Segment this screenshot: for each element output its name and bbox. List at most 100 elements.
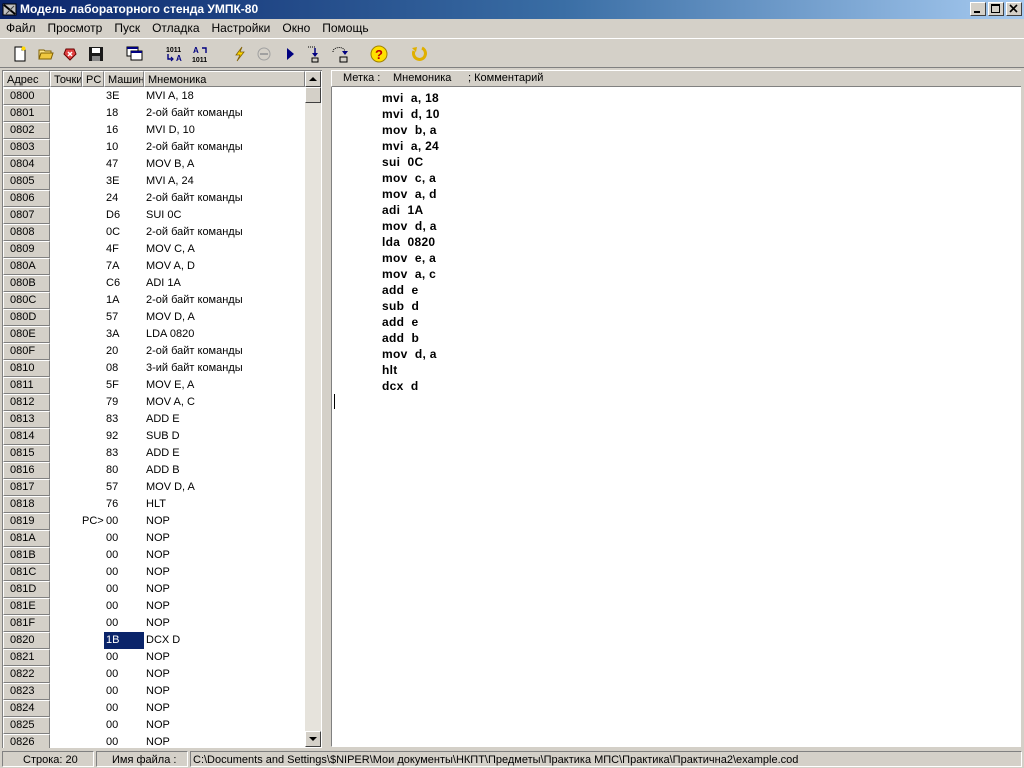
cell-pc[interactable] [82, 377, 104, 394]
cell-mnemonic[interactable]: 2-ой байт команды [144, 190, 305, 207]
cell-breakpoint[interactable] [50, 173, 82, 190]
cell-breakpoint[interactable] [50, 190, 82, 207]
cell-pc[interactable] [82, 411, 104, 428]
cell-mnemonic[interactable]: 2-ой байт команды [144, 343, 305, 360]
code-editor[interactable]: mvi a, 18 mvi d, 10 mov b, a mvi a, 24 sui 0… [331, 87, 1021, 747]
cell-breakpoint[interactable] [50, 479, 82, 496]
cell-machine-code[interactable]: C6 [104, 275, 144, 292]
table-row[interactable]: 0811 5F MOV E, A [3, 377, 305, 394]
cell-machine-code[interactable]: 24 [104, 190, 144, 207]
cell-pc[interactable] [82, 581, 104, 598]
cell-pc[interactable] [82, 734, 104, 748]
cell-breakpoint[interactable] [50, 445, 82, 462]
cell-mnemonic[interactable]: NOP [144, 734, 305, 748]
cell-address[interactable]: 0804 [3, 156, 50, 173]
cell-pc[interactable] [82, 360, 104, 377]
cell-address[interactable]: 080F [3, 343, 50, 360]
cell-mnemonic[interactable]: ADD E [144, 445, 305, 462]
table-row[interactable]: 0804 47 MOV B, A [3, 156, 305, 173]
cell-breakpoint[interactable] [50, 496, 82, 513]
menu-settings[interactable]: Настройки [206, 19, 277, 38]
table-row[interactable]: 0800 3E MVI A, 18 [3, 88, 305, 105]
table-row[interactable]: 081D 00 NOP [3, 581, 305, 598]
cell-machine-code[interactable]: 57 [104, 309, 144, 326]
cell-machine-code[interactable]: 00 [104, 615, 144, 632]
cell-machine-code[interactable]: D6 [104, 207, 144, 224]
cell-address[interactable]: 0817 [3, 479, 50, 496]
cell-mnemonic[interactable]: ADI 1A [144, 275, 305, 292]
cell-mnemonic[interactable]: NOP [144, 683, 305, 700]
menu-help[interactable]: Помощь [316, 19, 374, 38]
cell-breakpoint[interactable] [50, 598, 82, 615]
code-line[interactable]: mov d, a [332, 346, 440, 362]
cell-machine-code[interactable]: 00 [104, 717, 144, 734]
cell-breakpoint[interactable] [50, 411, 82, 428]
cell-address[interactable]: 0818 [3, 496, 50, 513]
cell-address[interactable]: 0820 [3, 632, 50, 649]
cell-pc[interactable] [82, 105, 104, 122]
cell-machine-code[interactable]: 0C [104, 224, 144, 241]
cell-machine-code[interactable]: 00 [104, 649, 144, 666]
cell-pc[interactable] [82, 666, 104, 683]
cell-pc[interactable] [82, 139, 104, 156]
cell-mnemonic[interactable]: NOP [144, 564, 305, 581]
cell-address[interactable]: 0806 [3, 190, 50, 207]
cell-machine-code[interactable]: 47 [104, 156, 144, 173]
cell-mnemonic[interactable]: NOP [144, 649, 305, 666]
table-row[interactable]: 0806 24 2-ой байт команды [3, 190, 305, 207]
erase-icon[interactable] [59, 43, 81, 65]
cell-machine-code[interactable]: 79 [104, 394, 144, 411]
cell-mnemonic[interactable]: NOP [144, 581, 305, 598]
cell-breakpoint[interactable] [50, 581, 82, 598]
cell-breakpoint[interactable] [50, 666, 82, 683]
cell-breakpoint[interactable] [50, 462, 82, 479]
cell-pc[interactable] [82, 496, 104, 513]
cell-breakpoint[interactable] [50, 224, 82, 241]
cell-breakpoint[interactable] [50, 632, 82, 649]
table-row[interactable]: 0801 18 2-ой байт команды [3, 105, 305, 122]
restart-icon[interactable] [408, 43, 430, 65]
cell-breakpoint[interactable] [50, 139, 82, 156]
cell-breakpoint[interactable] [50, 258, 82, 275]
cell-machine-code[interactable]: 20 [104, 343, 144, 360]
cell-pc[interactable] [82, 292, 104, 309]
cell-mnemonic[interactable]: SUI 0C [144, 207, 305, 224]
cell-pc[interactable] [82, 258, 104, 275]
code-line[interactable]: mov e, a [332, 250, 440, 266]
cell-breakpoint[interactable] [50, 649, 82, 666]
cell-pc[interactable] [82, 683, 104, 700]
cell-address[interactable]: 0811 [3, 377, 50, 394]
cell-machine-code[interactable]: 3E [104, 88, 144, 105]
menu-file[interactable]: Файл [0, 19, 42, 38]
cell-pc[interactable] [82, 649, 104, 666]
cell-breakpoint[interactable] [50, 377, 82, 394]
cell-address[interactable]: 0808 [3, 224, 50, 241]
table-row[interactable]: 081B 00 NOP [3, 547, 305, 564]
table-row[interactable]: 0819 PC> 00 NOP [3, 513, 305, 530]
cell-pc[interactable] [82, 598, 104, 615]
cell-breakpoint[interactable] [50, 394, 82, 411]
cell-pc[interactable] [82, 190, 104, 207]
code-line[interactable]: add e [332, 314, 440, 330]
cell-breakpoint[interactable] [50, 156, 82, 173]
code-line[interactable]: add b [332, 330, 440, 346]
table-row[interactable]: 0818 76 HLT [3, 496, 305, 513]
cell-pc[interactable] [82, 326, 104, 343]
cell-address[interactable]: 0814 [3, 428, 50, 445]
cell-breakpoint[interactable] [50, 343, 82, 360]
cell-machine-code[interactable]: 00 [104, 530, 144, 547]
cell-mnemonic[interactable]: NOP [144, 547, 305, 564]
cell-breakpoint[interactable] [50, 683, 82, 700]
cell-breakpoint[interactable] [50, 122, 82, 139]
code-line[interactable]: mov d, a [332, 218, 440, 234]
cell-address[interactable]: 0824 [3, 700, 50, 717]
cell-machine-code[interactable]: 16 [104, 122, 144, 139]
cell-pc[interactable] [82, 207, 104, 224]
cell-machine-code[interactable]: 00 [104, 547, 144, 564]
cell-breakpoint[interactable] [50, 292, 82, 309]
asm-to-binary-icon[interactable]: A 1011 [190, 43, 212, 65]
scroll-down-button[interactable] [305, 731, 321, 747]
cell-mnemonic[interactable]: NOP [144, 530, 305, 547]
menu-window[interactable]: Окно [276, 19, 316, 38]
cell-mnemonic[interactable]: NOP [144, 666, 305, 683]
